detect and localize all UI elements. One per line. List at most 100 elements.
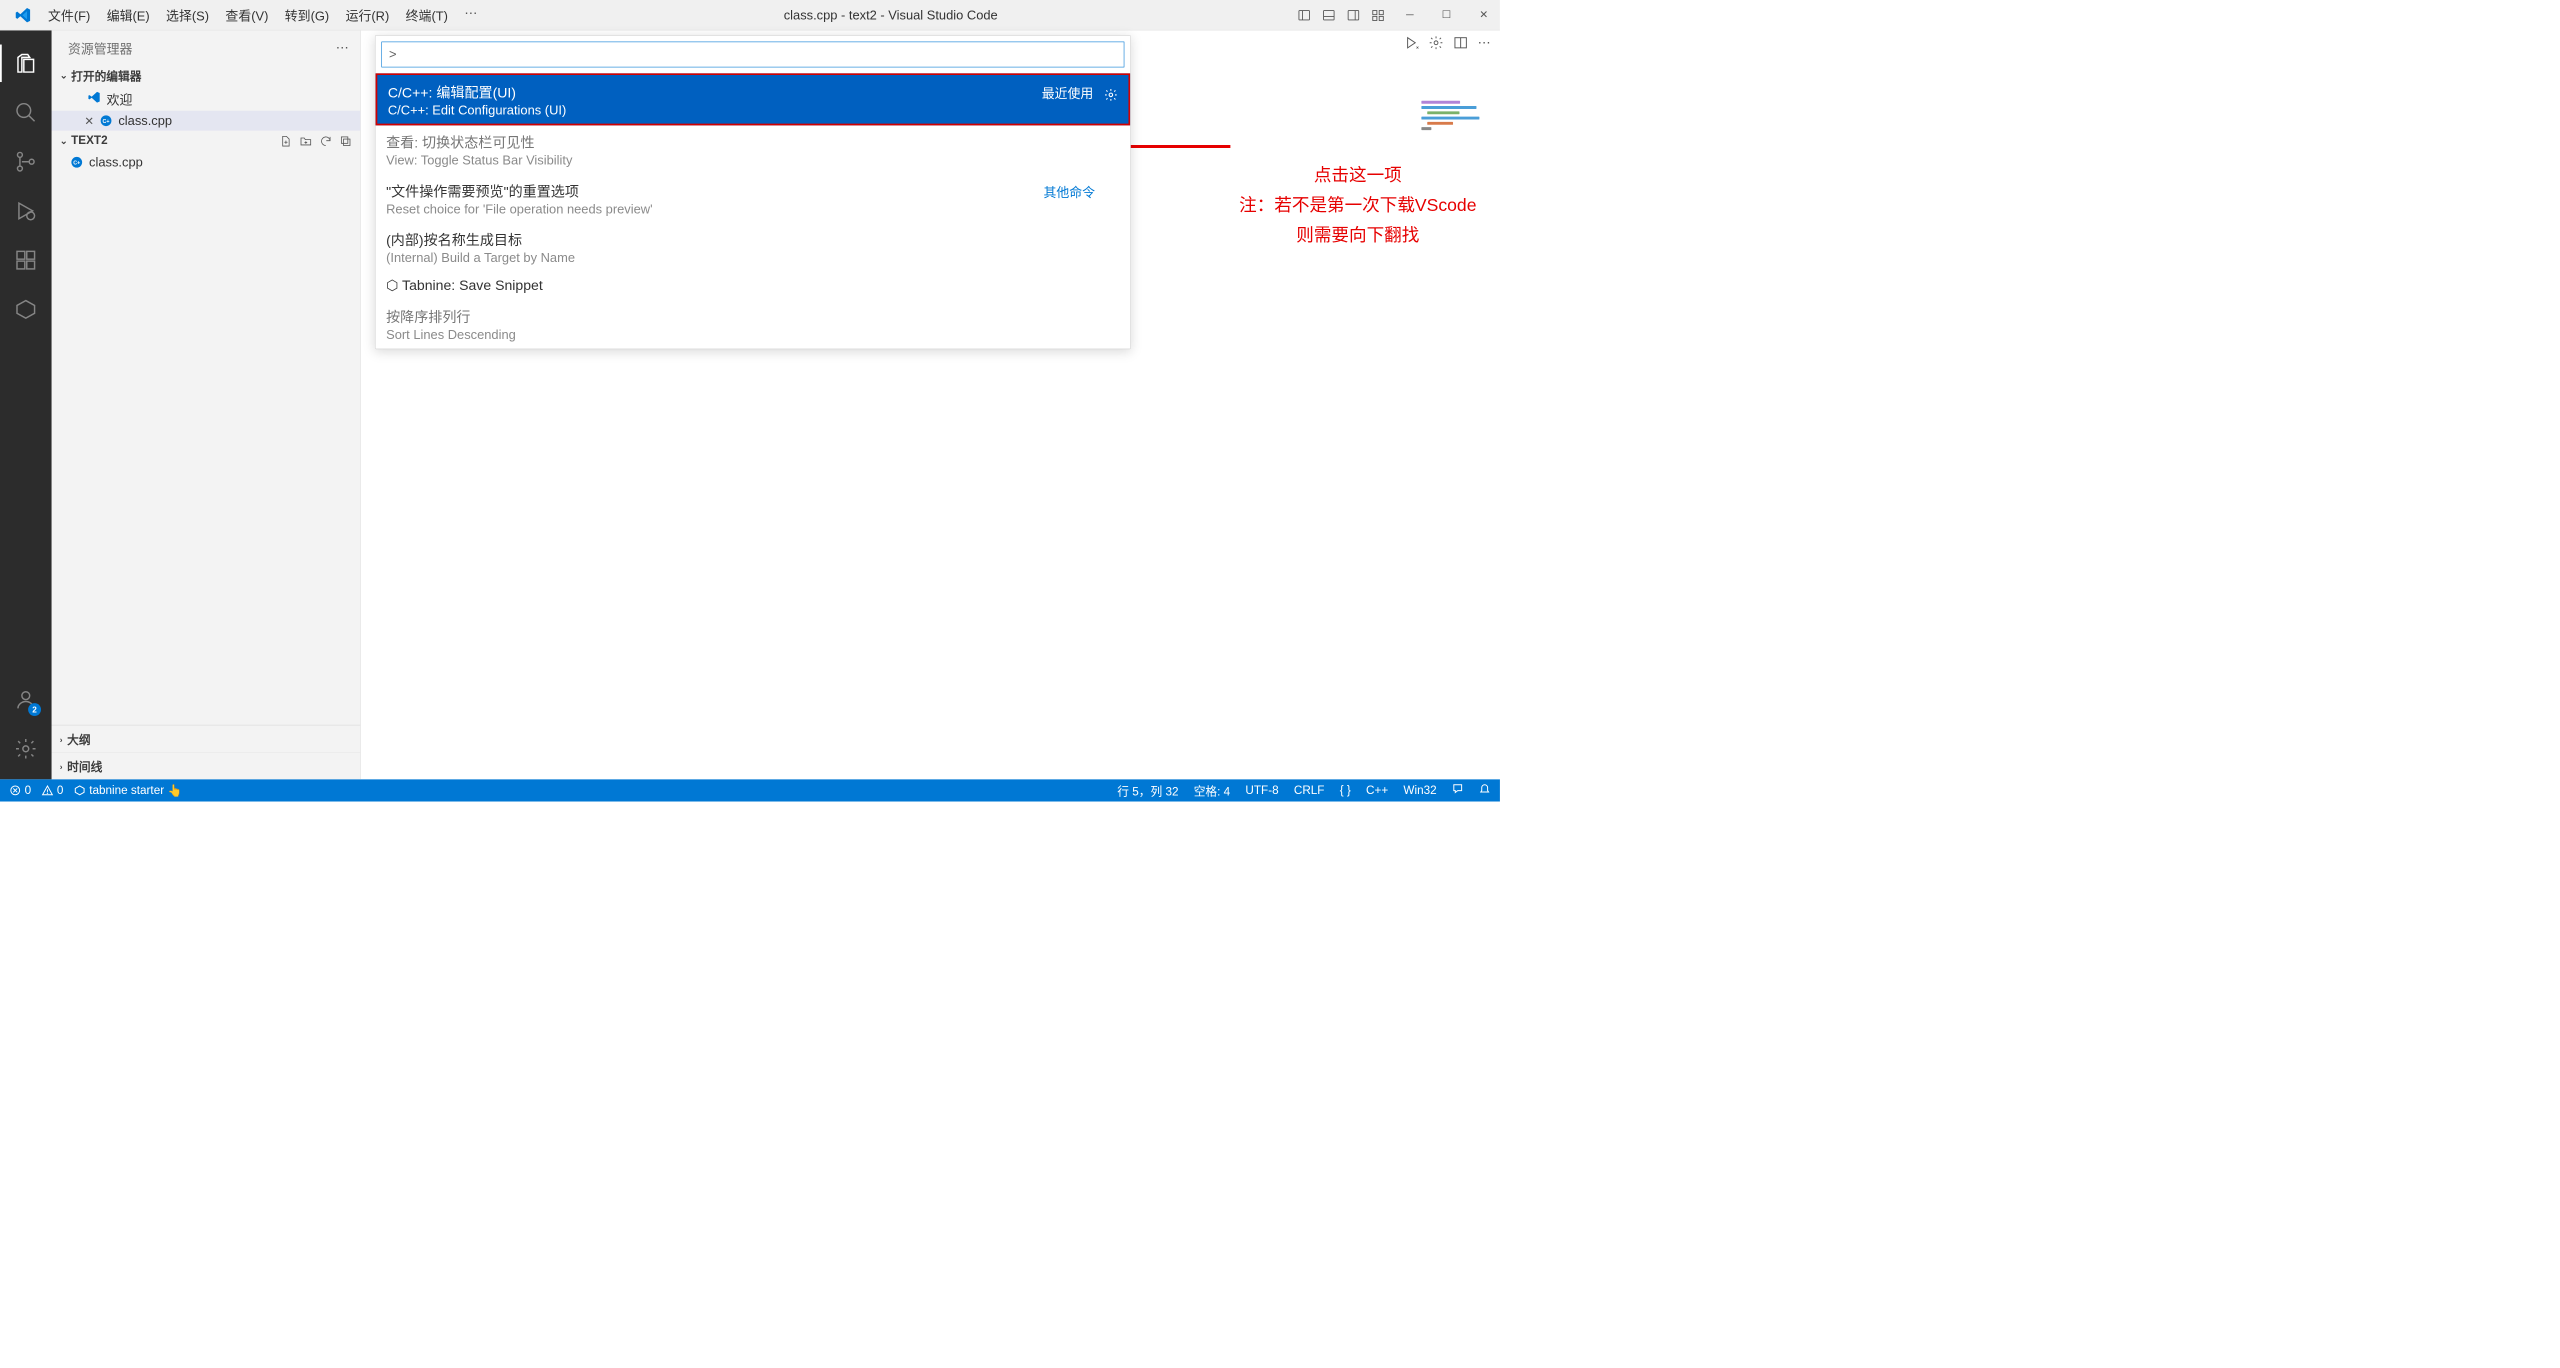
gear-icon[interactable] xyxy=(1104,88,1118,105)
new-folder-icon[interactable] xyxy=(299,134,312,147)
activity-search[interactable] xyxy=(0,88,52,137)
palette-item[interactable]: 查看: 切换状态栏可见性View: Toggle Status Bar Visi… xyxy=(376,125,1131,174)
status-tabnine[interactable]: tabnine starter 👆 xyxy=(74,783,182,798)
open-editor-classcpp[interactable]: ✕ C+ class.cpp xyxy=(52,111,361,131)
activity-run-debug[interactable] xyxy=(0,186,52,235)
menu-select[interactable]: 选择(S) xyxy=(159,3,216,26)
menu-run[interactable]: 运行(R) xyxy=(339,3,397,26)
open-editor-welcome[interactable]: 欢迎 xyxy=(52,87,361,110)
outline-label: 大纲 xyxy=(67,731,90,748)
maximize-button[interactable]: ☐ xyxy=(1436,6,1457,23)
account-badge: 2 xyxy=(28,703,41,716)
palette-item-primary: 查看: 切换状态栏可见性 xyxy=(386,131,1120,152)
collapse-icon[interactable] xyxy=(339,134,352,147)
editor-more-icon[interactable]: ⋯ xyxy=(1478,35,1491,50)
layout-panel-icon[interactable] xyxy=(1322,8,1336,22)
palette-item-secondary: View: Toggle Status Bar Visibility xyxy=(386,153,1120,168)
palette-item-secondary: Sort Lines Descending xyxy=(386,328,1120,343)
folder-header[interactable]: ⌄ TEXT2 xyxy=(52,131,361,152)
menu-go[interactable]: 转到(G) xyxy=(278,3,336,26)
status-errors[interactable]: 0 xyxy=(9,784,31,797)
settings-gear-icon[interactable] xyxy=(1428,35,1443,50)
palette-item-primary: "文件操作需要预览"的重置选项 xyxy=(386,180,1120,201)
minimize-button[interactable]: ─ xyxy=(1400,6,1419,23)
chevron-down-icon: ⌄ xyxy=(60,69,68,81)
palette-item-secondary: Reset choice for 'File operation needs p… xyxy=(386,202,1120,217)
title-layout-icons xyxy=(1297,8,1385,22)
layout-sidebar-icon[interactable] xyxy=(1297,8,1311,22)
menubar: 文件(F) 编辑(E) 选择(S) 查看(V) 转到(G) 运行(R) 终端(T… xyxy=(41,3,484,26)
folder-label: TEXT2 xyxy=(71,134,107,147)
welcome-label: 欢迎 xyxy=(107,90,133,109)
cpp-file-icon: C+ xyxy=(70,156,83,169)
close-icon[interactable]: ✕ xyxy=(84,113,99,128)
palette-item-primary: C/C++: 编辑配置(UI) xyxy=(388,81,1118,102)
menu-edit[interactable]: 编辑(E) xyxy=(100,3,157,26)
menu-file[interactable]: 文件(F) xyxy=(41,3,97,26)
palette-item[interactable]: "文件操作需要预览"的重置选项Reset choice for 'File op… xyxy=(376,174,1131,223)
activity-explorer[interactable] xyxy=(0,39,52,88)
palette-item[interactable]: ⬡ Tabnine: Save Snippet xyxy=(376,271,1131,300)
status-platform[interactable]: Win32 xyxy=(1403,784,1436,797)
outline-section[interactable]: › 大纲 xyxy=(52,725,361,752)
titlebar: 文件(F) 编辑(E) 选择(S) 查看(V) 转到(G) 运行(R) 终端(T… xyxy=(0,0,1500,30)
open-editors-label: 打开的编辑器 xyxy=(71,67,141,84)
activity-settings[interactable] xyxy=(0,724,52,773)
tabnine-icon xyxy=(74,785,86,797)
layout-right-icon[interactable] xyxy=(1346,8,1360,22)
status-spaces[interactable]: 空格: 4 xyxy=(1194,782,1230,799)
status-bell-icon[interactable] xyxy=(1479,783,1491,798)
status-cursor[interactable]: 行 5，列 32 xyxy=(1117,782,1178,799)
svg-text:C+: C+ xyxy=(103,119,110,125)
split-editor-icon[interactable] xyxy=(1453,35,1468,50)
anno-line1: 点击这一项 xyxy=(1239,161,1476,191)
timeline-section[interactable]: › 时间线 xyxy=(52,752,361,779)
palette-item[interactable]: C/C++: 编辑配置(UI)C/C++: Edit Configuration… xyxy=(376,73,1131,125)
file-label: class.cpp xyxy=(89,155,143,170)
minimap[interactable] xyxy=(1421,101,1485,136)
menu-terminal[interactable]: 终端(T) xyxy=(399,3,455,26)
menu-view[interactable]: 查看(V) xyxy=(218,3,275,26)
palette-badge: 最近使用 xyxy=(1042,83,1094,102)
status-eol[interactable]: CRLF xyxy=(1294,784,1325,797)
new-file-icon[interactable] xyxy=(279,134,292,147)
close-button[interactable]: ✕ xyxy=(1473,6,1494,23)
status-encoding[interactable]: UTF-8 xyxy=(1245,784,1278,797)
status-feedback-icon[interactable] xyxy=(1452,783,1464,798)
status-warnings[interactable]: 0 xyxy=(42,784,64,797)
status-language[interactable]: C++ xyxy=(1366,784,1388,797)
menu-more[interactable]: ⋯ xyxy=(457,3,484,26)
palette-badge: 其他命令 xyxy=(1043,182,1095,201)
palette-item[interactable]: 按降序排列行Sort Lines Descending xyxy=(376,300,1131,349)
layout-grid-icon[interactable] xyxy=(1371,8,1385,22)
activity-extensions[interactable] xyxy=(0,236,52,285)
sidebar-explorer: 资源管理器 ⋯ ⌄ 打开的编辑器 欢迎 ✕ C+ class.cpp ⌄ TEX… xyxy=(52,30,361,779)
status-braces[interactable]: { } xyxy=(1340,784,1351,797)
cpp-file-icon: C+ xyxy=(100,114,113,127)
file-classcpp[interactable]: C+ class.cpp xyxy=(52,151,361,173)
palette-item-secondary: C/C++: Edit Configurations (UI) xyxy=(388,103,1118,118)
activity-tabnine[interactable] xyxy=(0,285,52,334)
palette-item-primary: 按降序排列行 xyxy=(386,306,1120,327)
command-palette-input[interactable] xyxy=(381,42,1124,68)
refresh-icon[interactable] xyxy=(319,134,332,147)
palette-item[interactable]: (内部)按名称生成目标(Internal) Build a Target by … xyxy=(376,223,1131,272)
palette-item-primary: ⬡ Tabnine: Save Snippet xyxy=(386,277,1120,294)
statusbar: 0 0 tabnine starter 👆 行 5，列 32 空格: 4 UTF… xyxy=(0,779,1500,801)
warning-icon xyxy=(42,785,54,797)
command-palette: C/C++: 编辑配置(UI)C/C++: Edit Configuration… xyxy=(375,35,1131,349)
activity-bar: 2 xyxy=(0,30,52,779)
open-editors-header[interactable]: ⌄ 打开的编辑器 xyxy=(52,63,361,87)
anno-line2: 注：若不是第一次下载VScode xyxy=(1239,190,1476,220)
activity-accounts[interactable]: 2 xyxy=(0,675,52,724)
sidebar-more-icon[interactable]: ⋯ xyxy=(336,40,349,55)
chevron-right-icon: › xyxy=(60,761,63,770)
activity-source-control[interactable] xyxy=(0,137,52,186)
anno-line3: 则需要向下翻找 xyxy=(1239,220,1476,250)
svg-text:C+: C+ xyxy=(73,160,80,166)
chevron-right-icon: › xyxy=(60,734,63,743)
timeline-label: 时间线 xyxy=(67,758,102,775)
window-title: class.cpp - text2 - Visual Studio Code xyxy=(484,7,1297,22)
run-debug-dropdown-icon[interactable] xyxy=(1404,35,1419,50)
hand-icon: 👆 xyxy=(168,783,183,798)
